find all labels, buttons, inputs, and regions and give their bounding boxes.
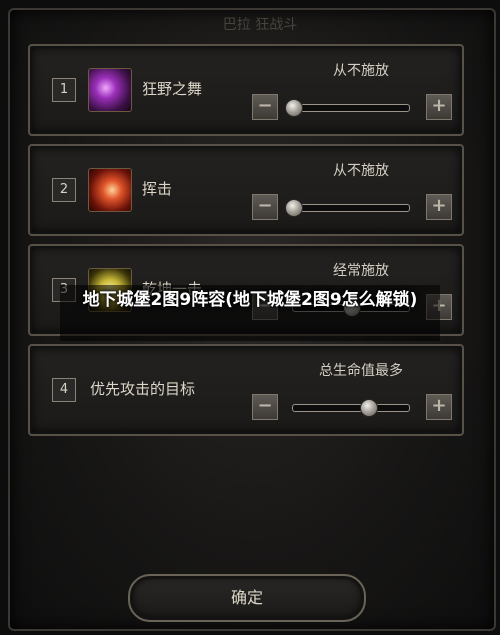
- cast-frequency-slider[interactable]: [285, 199, 410, 217]
- slider-knob[interactable]: [285, 199, 303, 217]
- skill-name: 狂野之舞: [142, 80, 203, 98]
- target-priority-label: 优先攻击的目标: [90, 380, 196, 398]
- cast-mode-label: 从不施放: [333, 63, 389, 79]
- row-number: 4: [52, 378, 76, 402]
- skill-name: 挥击: [142, 180, 173, 198]
- target-priority-slider[interactable]: [292, 399, 410, 417]
- slider-knob[interactable]: [285, 99, 303, 117]
- row-number: 1: [52, 78, 76, 102]
- tactic-row-2: 2 挥击 从不施放 − +: [28, 144, 464, 236]
- article-caption: 地下城堡2图9阵容(地下城堡2图9怎么解锁): [82, 290, 418, 310]
- increase-button[interactable]: +: [426, 194, 452, 220]
- decrease-button[interactable]: −: [252, 94, 278, 120]
- cast-mode-label: 经常施放: [333, 263, 389, 279]
- row-number: 2: [52, 178, 76, 202]
- cast-frequency-slider[interactable]: [285, 99, 410, 117]
- increase-button[interactable]: +: [426, 94, 452, 120]
- dialog-title: 巴拉 狂战斗: [222, 17, 298, 33]
- strike-skill-icon: [88, 168, 132, 212]
- decrease-button[interactable]: −: [252, 394, 278, 420]
- wild-dance-skill-icon: [88, 68, 132, 112]
- confirm-button[interactable]: 确定: [128, 574, 366, 622]
- target-mode-label: 总生命值最多: [319, 363, 403, 379]
- slider-knob[interactable]: [360, 399, 379, 417]
- tactic-row-1: 1 狂野之舞 从不施放 − +: [28, 44, 464, 136]
- decrease-button[interactable]: −: [252, 194, 278, 220]
- tactic-row-4: 4 优先攻击的目标 总生命值最多 − +: [28, 344, 464, 436]
- cast-mode-label: 从不施放: [333, 163, 389, 179]
- increase-button[interactable]: +: [426, 394, 452, 420]
